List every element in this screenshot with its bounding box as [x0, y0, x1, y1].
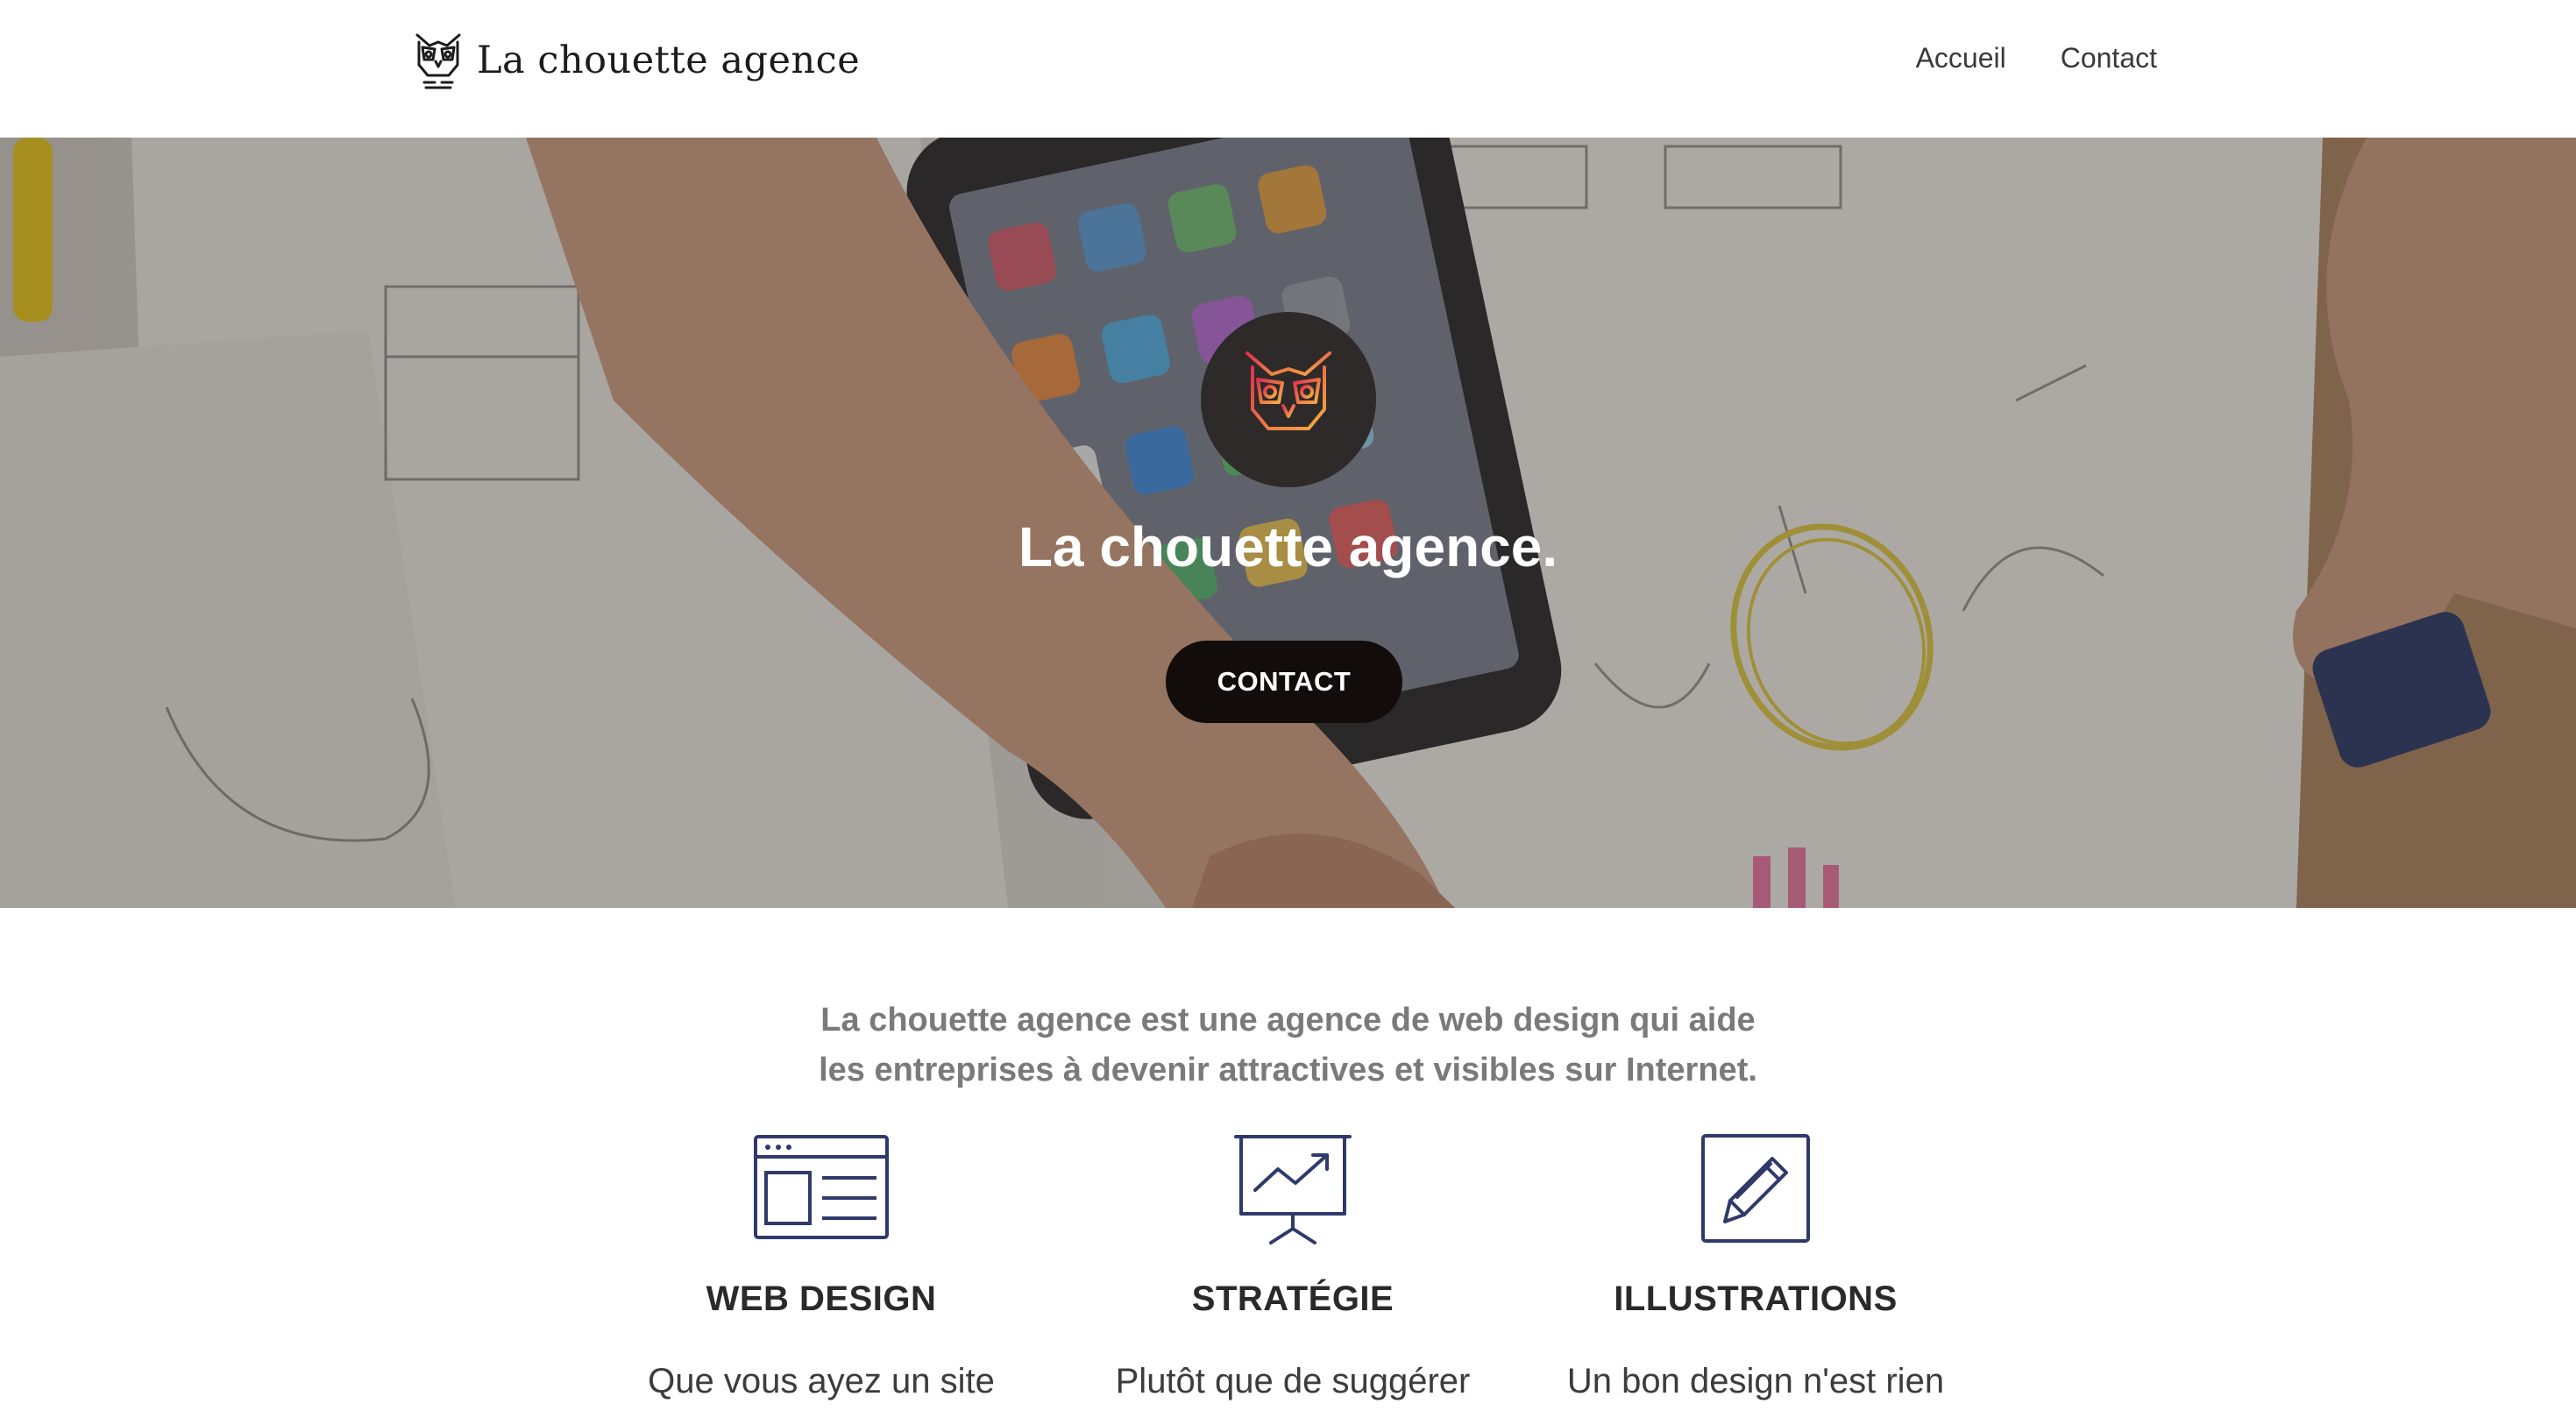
service-web-design: WEB DESIGN Que vous ayez un site	[620, 1132, 1023, 1407]
hero-badge	[1201, 312, 1376, 487]
pencil-square-icon	[1701, 1134, 1810, 1243]
nav-link-contact[interactable]: Contact	[2061, 42, 2157, 74]
contact-button[interactable]: CONTACT	[1166, 641, 1402, 723]
service-text: Un bon design n'est rien	[1566, 1362, 1945, 1400]
service-text: Que vous ayez un site	[648, 1362, 995, 1400]
site-header: La chouette agence Accueil Contact	[0, 0, 2576, 138]
service-text: Plutôt que de suggérer	[1115, 1362, 1471, 1400]
presentation-chart-icon	[1234, 1135, 1352, 1244]
service-title: WEB DESIGN	[706, 1280, 937, 1318]
service-title: ILLUSTRATIONS	[1614, 1280, 1898, 1318]
page: La chouette agence Accueil Contact La ch…	[0, 0, 2576, 1425]
nav-link-accueil[interactable]: Accueil	[1916, 42, 2006, 74]
brand-home-link[interactable]: La chouette agence	[412, 28, 860, 93]
intro-line-1: La chouette agence est une agence de web…	[820, 1002, 1756, 1039]
hero-section: La chouette agence. CONTACT	[0, 138, 2576, 908]
service-title: STRATÉGIE	[1191, 1280, 1394, 1318]
owl-logo-icon	[415, 33, 461, 89]
main-nav: Accueil Contact	[1916, 42, 2157, 74]
service-strategie: STRATÉGIE Plutôt que de suggérer	[1091, 1132, 1494, 1407]
intro-line-2: les entreprises à devenir attractives et…	[819, 1052, 1757, 1088]
owl-icon	[1245, 351, 1331, 450]
browser-window-icon	[754, 1135, 889, 1239]
hero-title: La chouette agence.	[1018, 515, 1558, 578]
service-illustrations: ILLUSTRATIONS Un bon design n'est rien	[1554, 1132, 1957, 1407]
brand-name: La chouette agence	[477, 39, 861, 82]
intro-text: La chouette agence est une agence de web…	[0, 996, 2576, 1095]
